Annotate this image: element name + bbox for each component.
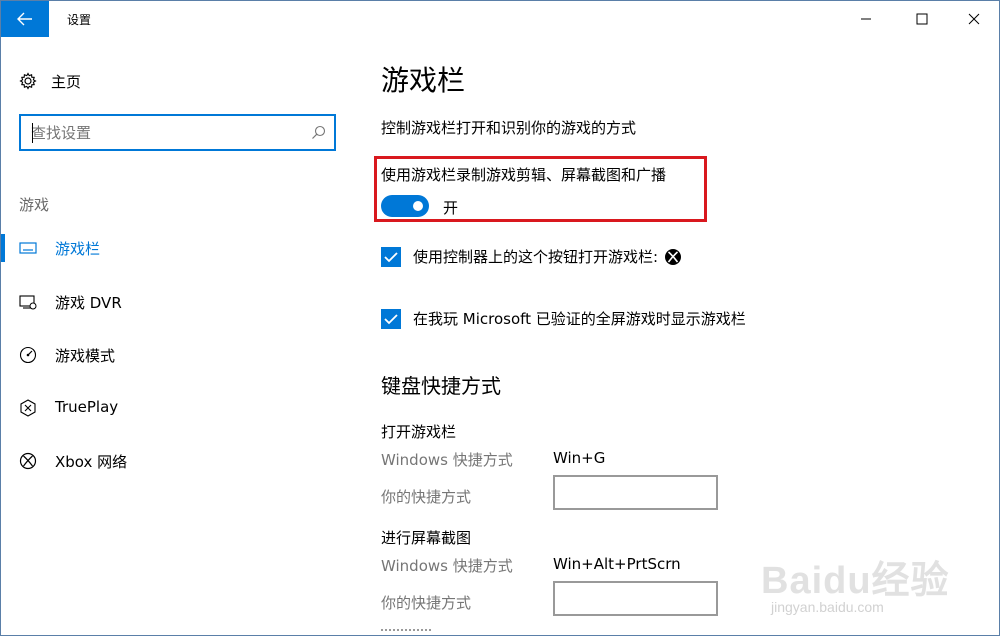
search-box[interactable] [19, 114, 336, 151]
section-label-games: 游戏 [19, 196, 50, 214]
shortcut-group-title: 进行屏幕截图 [381, 529, 472, 547]
page-description: 控制游戏栏打开和识别你的游戏的方式 [381, 119, 637, 137]
record-toggle-label: 使用游戏栏录制游戏剪辑、屏幕截图和广播 [381, 166, 667, 184]
sidebar-item-label: 游戏栏 [55, 240, 101, 258]
watermark-url: jingyan.baidu.com [771, 599, 884, 615]
windows-shortcut-label: Windows 快捷方式 [381, 451, 513, 469]
windows-shortcut-label: Windows 快捷方式 [381, 557, 513, 575]
sidebar-item-label: 游戏 DVR [55, 294, 122, 312]
sidebar-item-gamebar[interactable]: 游戏栏 [1, 228, 341, 268]
fullscreen-gamebar-checkbox-row[interactable]: 在我玩 Microsoft 已验证的全屏游戏时显示游戏栏 [381, 308, 746, 329]
arrow-left-icon [17, 12, 32, 26]
page-title: 游戏栏 [381, 64, 466, 97]
gear-icon [19, 72, 37, 90]
game-mode-icon [19, 346, 37, 364]
watermark-logo-text: Baidu经验 [761, 560, 950, 602]
sidebar-item-label: TruePlay [55, 398, 119, 416]
checkbox-label: 在我玩 Microsoft 已验证的全屏游戏时显示游戏栏 [413, 310, 746, 328]
sidebar-item-game-dvr[interactable]: 游戏 DVR [1, 282, 341, 322]
window-title: 设置 [67, 13, 92, 27]
maximize-button[interactable] [899, 1, 945, 37]
close-button[interactable] [951, 1, 997, 37]
trueplay-icon [19, 399, 37, 417]
maximize-icon [916, 13, 928, 25]
your-shortcut-label: 你的快捷方式 [381, 488, 472, 506]
your-shortcut-input[interactable] [553, 475, 718, 510]
home-label: 主页 [51, 72, 82, 91]
checkmark-icon [384, 251, 398, 262]
windows-shortcut-value: Win+Alt+PrtScrn [553, 555, 681, 573]
fullscreen-gamebar-checkbox[interactable] [381, 308, 401, 329]
checkmark-icon [384, 313, 398, 324]
search-input[interactable] [31, 122, 301, 144]
minimize-icon [861, 18, 871, 20]
windows-shortcut-value: Win+G [553, 449, 606, 467]
search-icon[interactable] [311, 125, 326, 140]
controller-button-checkbox-row[interactable]: 使用控制器上的这个按钮打开游戏栏: [381, 246, 682, 267]
baidu-watermark: Baidu经验 jingyan.baidu.com [761, 549, 961, 629]
minimize-button[interactable] [843, 1, 889, 37]
xbox-icon [19, 452, 37, 470]
controller-button-checkbox[interactable] [381, 246, 401, 267]
gamebar-icon [19, 239, 37, 257]
back-button[interactable] [1, 1, 49, 37]
toggle-knob [413, 201, 423, 211]
nav-home[interactable]: 主页 [19, 69, 81, 93]
record-toggle-switch[interactable] [381, 195, 429, 217]
your-shortcut-input[interactable] [553, 581, 718, 616]
checkbox-label: 使用控制器上的这个按钮打开游戏栏: [413, 248, 659, 266]
your-shortcut-label: 你的快捷方式 [381, 594, 472, 612]
close-icon [968, 13, 980, 25]
active-indicator [1, 234, 5, 262]
record-toggle-state: 开 [443, 199, 459, 217]
text-caret [32, 123, 33, 143]
xbox-icon [664, 248, 682, 266]
sidebar-item-game-mode[interactable]: 游戏模式 [1, 335, 341, 375]
shortcut-group-title: 打开游戏栏 [381, 423, 457, 441]
sidebar-item-label: 游戏模式 [55, 347, 116, 365]
sidebar-item-trueplay[interactable]: TruePlay [1, 388, 341, 428]
settings-window: 设置 主页 游戏 游戏栏 [0, 0, 1000, 636]
content-continues-indicator [381, 629, 431, 635]
game-dvr-icon [19, 293, 37, 311]
sidebar-item-xbox-network[interactable]: Xbox 网络 [1, 441, 341, 481]
shortcuts-section-title: 键盘快捷方式 [381, 374, 501, 398]
sidebar-item-label: Xbox 网络 [55, 453, 128, 471]
